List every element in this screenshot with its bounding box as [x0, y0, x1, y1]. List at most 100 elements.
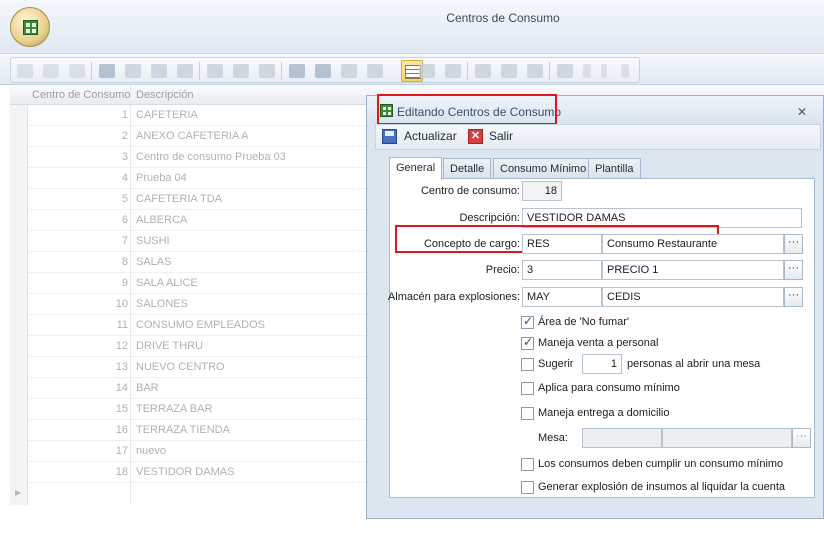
new-icon[interactable] [17, 64, 33, 78]
cell-centro: 17 [115, 445, 128, 457]
divider-icon [601, 64, 607, 78]
column-header-descripcion[interactable]: Descripción [136, 89, 193, 101]
general-panel: Centro de consumo: 18 Descripción: VESTI… [388, 178, 815, 498]
cell-centro: 1 [121, 109, 128, 121]
mesa-label: Mesa: [538, 432, 568, 444]
cell-centro: 7 [121, 235, 128, 247]
highlight-box-title [377, 94, 557, 125]
title-bar: Centros de Consumo [0, 0, 824, 54]
grid-icon[interactable] [341, 64, 357, 78]
tab-detalle[interactable]: Detalle [443, 158, 492, 179]
almacen-name-field[interactable]: CEDIS [602, 287, 784, 307]
explosion-checkbox[interactable] [521, 481, 534, 494]
edit-icon[interactable] [43, 64, 59, 78]
cell-descripcion: BAR [136, 382, 159, 394]
sort-icon[interactable] [233, 64, 249, 78]
group-icon[interactable] [289, 64, 305, 78]
column-header-centro[interactable]: Centro de Consumo [32, 89, 130, 101]
window-title: Centros de Consumo [446, 11, 560, 25]
tab-plantilla[interactable]: Plantilla [588, 158, 641, 179]
almacen-label: Almacén para explosiones: [387, 291, 520, 303]
cell-descripcion: CAFETERIA TDA [136, 193, 222, 205]
cell-descripcion: SALAS [136, 256, 172, 268]
current-row-arrow-icon: ▶ [15, 488, 22, 497]
cell-centro: 3 [121, 151, 128, 163]
cell-descripcion: SALA ALICE [136, 277, 198, 289]
tab-general[interactable]: General [389, 157, 443, 180]
concepto-code-field[interactable]: RES [522, 234, 602, 254]
search-icon[interactable] [125, 64, 141, 78]
edit-dialog: Editando Centros de Consumo ✕ Actualizar… [366, 94, 824, 519]
cell-descripcion: ANEXO CAFETERIA A [136, 130, 249, 142]
cumplir-consumo-checkbox[interactable] [521, 458, 534, 471]
delete-icon[interactable] [69, 64, 85, 78]
refresh-icon[interactable] [99, 64, 115, 78]
precio-lookup-button[interactable]: ··· [784, 260, 803, 280]
consumo-minimo-checkbox[interactable] [521, 382, 534, 395]
cell-descripcion: SALONES [136, 298, 188, 310]
cumplir-consumo-label: Los consumos deben cumplir un consumo mí… [538, 458, 784, 470]
cell-descripcion: DRIVE THRU [136, 340, 204, 352]
forward-icon[interactable] [151, 64, 167, 78]
card-icon[interactable] [527, 64, 543, 78]
domicilio-label: Maneja entrega a domicilio [538, 407, 670, 419]
cell-centro: 12 [115, 340, 128, 352]
sugerir-count-field[interactable]: 1 [582, 354, 622, 374]
close-button[interactable]: ✕ [797, 105, 807, 119]
concepto-lookup-button[interactable]: ··· [784, 234, 803, 254]
chart-icon[interactable] [501, 64, 517, 78]
close-icon: ✕ [468, 129, 483, 144]
centro-field[interactable]: 18 [522, 181, 562, 201]
cell-descripcion: Prueba 04 [136, 172, 187, 184]
domicilio-checkbox[interactable] [521, 407, 534, 420]
precio-name-field[interactable]: PRECIO 1 [602, 260, 784, 280]
cell-descripcion: Centro de consumo Prueba 03 [136, 151, 286, 163]
cell-descripcion: TERRAZA TIENDA [136, 424, 230, 436]
chevron-down-icon[interactable] [583, 64, 591, 78]
pivot-icon[interactable] [475, 64, 491, 78]
export-icon[interactable] [177, 64, 193, 78]
columns-icon[interactable] [445, 64, 461, 78]
precio-label: Precio: [485, 264, 520, 276]
save-icon [382, 129, 397, 144]
mesa-lookup-button: ··· [792, 428, 811, 448]
no-fumar-label: Área de 'No fumar' [538, 316, 630, 328]
tab-consumo-minimo[interactable]: Consumo Mínimo [493, 158, 594, 179]
cell-centro: 16 [115, 424, 128, 436]
almacen-lookup-button[interactable]: ··· [784, 287, 803, 307]
dialog-toolbar: Actualizar ✕ Salir [375, 124, 821, 150]
cell-centro: 11 [116, 319, 128, 331]
update-button[interactable]: Actualizar [404, 129, 457, 143]
table-icon[interactable] [207, 64, 223, 78]
precio-code-field[interactable]: 3 [522, 260, 602, 280]
filter-icon[interactable] [419, 64, 435, 78]
cell-descripcion: CONSUMO EMPLEADOS [136, 319, 265, 331]
sugerir-checkbox[interactable] [521, 358, 534, 371]
cell-centro: 5 [121, 193, 128, 205]
no-fumar-checkbox[interactable] [521, 314, 534, 329]
cell-descripcion: VESTIDOR DAMAS [136, 466, 235, 478]
descripcion-label: Descripción: [459, 212, 520, 224]
print-icon[interactable] [259, 64, 275, 78]
cell-descripcion: NUEVO CENTRO [136, 361, 225, 373]
cell-centro: 15 [115, 403, 128, 415]
concepto-label: Concepto de cargo: [423, 238, 520, 250]
row-indicator-column: ▶ [10, 105, 28, 505]
main-toolbar [0, 55, 824, 85]
concepto-name-field[interactable]: Consumo Restaurante [602, 234, 784, 254]
centro-label: Centro de consumo: [420, 185, 520, 197]
cell-centro: 10 [115, 298, 128, 310]
overflow-chevron-icon[interactable] [621, 64, 629, 78]
sum-icon[interactable] [315, 64, 331, 78]
venta-personal-checkbox[interactable] [521, 335, 534, 350]
venta-personal-label: Maneja venta a personal [538, 337, 659, 349]
explosion-label: Generar explosión de insumos al liquidar… [538, 481, 786, 493]
settings-icon[interactable] [557, 64, 573, 78]
cell-centro: 13 [115, 361, 128, 373]
cell-descripcion: ALBERCA [136, 214, 188, 226]
exit-button[interactable]: Salir [489, 129, 513, 143]
layout-icon[interactable] [367, 64, 383, 78]
almacen-code-field[interactable]: MAY [522, 287, 602, 307]
cell-descripcion: nuevo [136, 445, 166, 457]
consumo-minimo-label: Aplica para consumo mínimo [538, 382, 680, 394]
